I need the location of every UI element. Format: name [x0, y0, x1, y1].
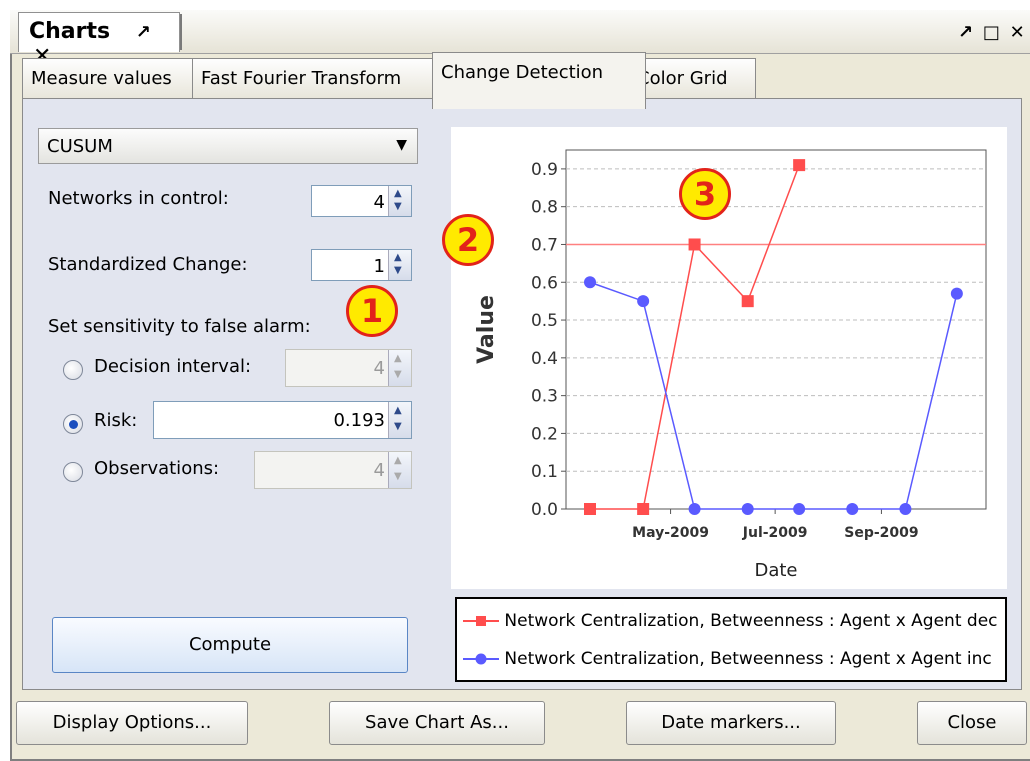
arrow-down-icon[interactable]: ▼	[394, 422, 402, 432]
display-options-button[interactable]: Display Options...	[16, 701, 248, 745]
risk-value: 0.193	[333, 410, 385, 431]
spinner-buttons[interactable]: ▲ ▼	[388, 402, 411, 438]
risk-radio[interactable]	[63, 414, 83, 434]
decision-interval-label: Decision interval:	[94, 356, 252, 377]
y-tick-label: 0.4	[531, 349, 558, 369]
sensitivity-label: Set sensitivity to false alarm:	[48, 316, 311, 337]
data-point-circle	[688, 503, 701, 515]
y-tick-label: 0.2	[531, 424, 558, 444]
y-axis-label: Value	[474, 295, 499, 364]
data-point-square	[584, 503, 596, 515]
arrow-down-icon[interactable]: ▼	[394, 370, 402, 380]
y-tick-label: 0.7	[531, 235, 558, 255]
arrow-up-icon[interactable]: ▲	[394, 354, 402, 364]
legend-label-blue: Network Centralization, Betweenness : Ag…	[504, 649, 992, 669]
networks-in-control-spinner[interactable]: 4 ▲ ▼	[311, 185, 412, 217]
close-button[interactable]: Close	[917, 701, 1027, 745]
y-tick-label: 0.3	[531, 387, 558, 407]
observations-spinner[interactable]: 4 ▲ ▼	[254, 451, 412, 489]
decision-interval-radio[interactable]	[63, 360, 83, 380]
callout-badge-2: 2	[442, 214, 494, 266]
method-dropdown-value: CUSUM	[47, 136, 113, 157]
standardized-change-value: 1	[373, 256, 385, 277]
networks-in-control-value: 4	[373, 192, 385, 213]
arrow-down-icon[interactable]: ▼	[394, 472, 402, 482]
legend-marker-square	[463, 616, 499, 626]
legend-item-red: Network Centralization, Betweenness : Ag…	[463, 611, 1003, 631]
spinner-buttons[interactable]: ▲ ▼	[388, 250, 411, 280]
chevron-down-icon: ▼	[396, 137, 407, 153]
arrow-up-icon[interactable]: ▲	[394, 253, 402, 263]
x-tick-label: May-2009	[632, 525, 709, 541]
window-controls: ↗ □ ✕	[958, 22, 1028, 48]
data-point-circle	[793, 503, 806, 515]
standardized-change-spinner[interactable]: 1 ▲ ▼	[311, 249, 412, 281]
panel-title: Charts	[29, 19, 111, 44]
spinner-buttons[interactable]: ▲ ▼	[388, 452, 411, 488]
y-tick-label: 0.0	[531, 500, 558, 520]
save-chart-as-button[interactable]: Save Chart As...	[329, 701, 545, 745]
arrow-down-icon[interactable]: ▼	[394, 202, 402, 212]
x-tick-label: Sep-2009	[844, 525, 918, 541]
arrow-up-icon[interactable]: ▲	[394, 456, 402, 466]
callout-badge-3: 3	[679, 168, 731, 220]
data-point-circle	[741, 503, 754, 515]
arrow-up-icon[interactable]: ▲	[394, 406, 402, 416]
arrow-down-icon[interactable]: ▼	[394, 266, 402, 276]
data-point-square	[688, 238, 701, 251]
networks-in-control-label: Networks in control:	[48, 188, 229, 209]
y-tick-label: 0.8	[531, 198, 558, 218]
legend-label-red: Network Centralization, Betweenness : Ag…	[504, 611, 998, 631]
data-point-square	[637, 503, 650, 515]
pin-icon[interactable]: ↗	[958, 22, 973, 43]
y-tick-label: 0.6	[531, 273, 558, 293]
chart-legend: Network Centralization, Betweenness : Ag…	[455, 597, 1007, 682]
x-tick-label: Jul-2009	[742, 525, 808, 541]
observations-label: Observations:	[94, 458, 220, 479]
observations-value: 4	[373, 460, 385, 481]
y-tick-label: 0.5	[531, 311, 558, 331]
arrow-up-icon[interactable]: ▲	[394, 189, 402, 199]
data-point-circle	[584, 276, 596, 289]
decision-interval-value: 4	[373, 358, 385, 379]
pin-icon[interactable]: ↗	[136, 22, 151, 43]
date-markers-button[interactable]: Date markers...	[626, 701, 836, 745]
data-point-circle	[899, 503, 912, 515]
spinner-buttons[interactable]: ▲ ▼	[388, 186, 411, 216]
observations-radio[interactable]	[63, 462, 83, 482]
data-point-square	[793, 159, 806, 172]
data-point-circle	[950, 287, 963, 300]
title-divider	[180, 14, 182, 50]
risk-spinner[interactable]: 0.193 ▲ ▼	[153, 401, 412, 439]
data-point-circle	[846, 503, 859, 515]
compute-button[interactable]: Compute	[52, 617, 408, 673]
standardized-change-label: Standardized Change:	[48, 254, 248, 275]
x-axis-label: Date	[754, 560, 797, 581]
data-point-circle	[637, 295, 650, 308]
maximize-icon[interactable]: □	[983, 22, 1000, 43]
close-icon[interactable]: ✕	[1010, 22, 1025, 43]
tab-change-detection[interactable]: Change Detection	[432, 52, 646, 109]
data-point-square	[741, 295, 754, 308]
decision-interval-spinner[interactable]: 4 ▲ ▼	[285, 349, 412, 387]
legend-item-blue: Network Centralization, Betweenness : Ag…	[463, 649, 1003, 669]
risk-label: Risk:	[94, 410, 138, 431]
plot-area	[565, 149, 987, 510]
y-tick-label: 0.1	[531, 462, 558, 482]
method-dropdown[interactable]: CUSUM ▼	[38, 128, 418, 164]
spinner-buttons[interactable]: ▲ ▼	[388, 350, 411, 386]
y-tick-label: 0.9	[531, 160, 558, 180]
callout-badge-1: 1	[346, 285, 398, 337]
panel-title-tab[interactable]: Charts ↗ ✕	[18, 12, 180, 69]
legend-marker-circle	[463, 653, 499, 665]
